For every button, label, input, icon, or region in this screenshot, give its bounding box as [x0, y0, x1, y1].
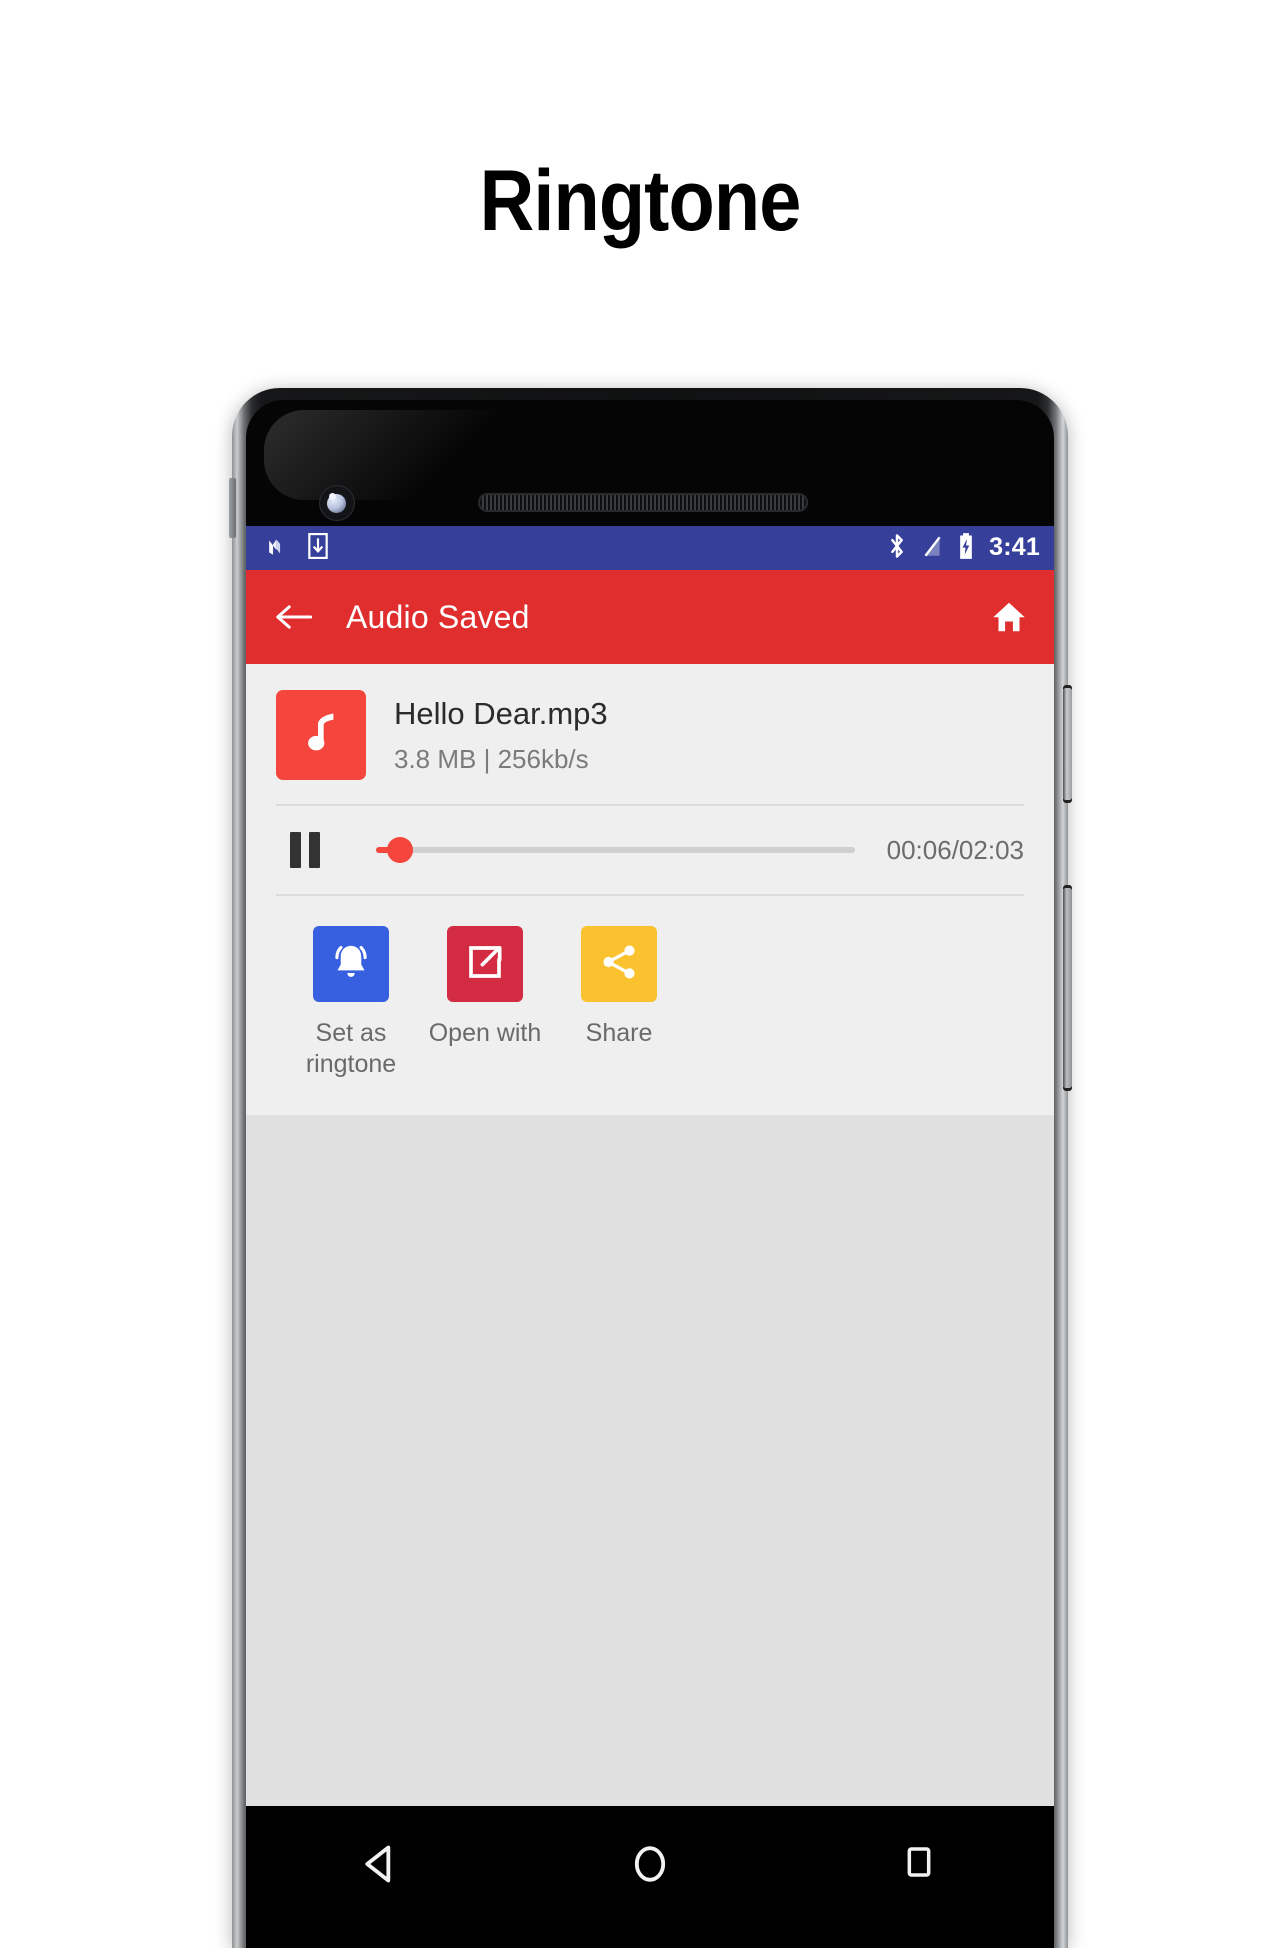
- file-info-row: Hello Dear.mp3 3.8 MB | 256kb/s: [246, 664, 1054, 804]
- file-details: 3.8 MB | 256kb/s: [394, 743, 589, 774]
- share-label: Share: [585, 1019, 653, 1047]
- status-bar-right-icons: 3:41: [887, 532, 1040, 565]
- pause-bar-left: [290, 832, 301, 868]
- android-navigation-bar: [246, 1806, 1054, 1948]
- bell-ring-icon: [329, 940, 373, 989]
- pause-icon[interactable]: [290, 832, 320, 868]
- battery-charging-icon: [957, 532, 975, 565]
- nav-home-circle-icon[interactable]: [590, 1842, 710, 1886]
- pause-bar-right: [309, 832, 320, 868]
- nav-recents-square-icon[interactable]: [859, 1842, 979, 1882]
- front-camera-icon: [319, 485, 355, 521]
- share-tile: [581, 926, 657, 1002]
- audio-card: Hello Dear.mp3 3.8 MB | 256kb/s 00:06/02…: [246, 664, 1054, 1115]
- set-as-ringtone-label: Set as ringtone: [305, 1019, 397, 1079]
- set-as-ringtone-tile: [313, 926, 389, 1002]
- page-title: Ringtone: [479, 153, 802, 249]
- status-bar: 3:41: [246, 526, 1054, 570]
- glass-reflection: [264, 410, 564, 500]
- file-name: Hello Dear.mp3: [394, 696, 608, 732]
- status-bar-clock: 3:41: [989, 533, 1040, 561]
- seek-thumb[interactable]: [386, 837, 413, 863]
- app-bar: Audio Saved: [246, 570, 1054, 664]
- power-button[interactable]: [1063, 688, 1072, 800]
- file-thumbnail: [276, 690, 366, 780]
- nav-back-triangle-icon[interactable]: [321, 1842, 441, 1886]
- open-with-label: Open with: [428, 1019, 542, 1047]
- phone-mockup: 3:41 Audio Saved Hello Dear.mp3 3.8 MB |…: [229, 388, 1072, 1948]
- action-buttons-row: Set as ringtone Open with Share: [246, 896, 1054, 1087]
- android-nougat-icon: [266, 533, 292, 564]
- phone-glass: 3:41 Audio Saved Hello Dear.mp3 3.8 MB |…: [246, 400, 1054, 1948]
- earpiece-speaker-icon: [478, 493, 808, 512]
- file-meta: Hello Dear.mp3 3.8 MB | 256kb/s: [394, 695, 608, 775]
- open-with-tile: [447, 926, 523, 1002]
- playback-time-label: 00:06/02:03: [886, 834, 1024, 865]
- open-with-button[interactable]: Open with: [418, 926, 552, 1081]
- bluetooth-icon: [887, 532, 907, 565]
- volume-rocker-button[interactable]: [1063, 888, 1072, 1088]
- status-bar-left-icons: [266, 532, 328, 564]
- seek-track: [376, 847, 855, 853]
- set-as-ringtone-button[interactable]: Set as ringtone: [284, 926, 418, 1081]
- app-bar-title: Audio Saved: [346, 598, 530, 635]
- player-controls-row: 00:06/02:03: [246, 806, 1054, 894]
- download-icon: [308, 532, 328, 564]
- share-icon: [598, 941, 640, 988]
- signal-off-icon: [921, 533, 943, 564]
- arrow-back-icon[interactable]: [274, 601, 312, 633]
- share-button[interactable]: Share: [552, 926, 686, 1081]
- music-note-icon: [299, 710, 343, 761]
- sim-tray: [229, 478, 236, 538]
- home-icon[interactable]: [990, 599, 1028, 635]
- seek-slider[interactable]: [376, 835, 855, 865]
- open-external-icon: [464, 941, 506, 988]
- empty-content-area: [246, 1114, 1054, 1775]
- phone-screen: 3:41 Audio Saved Hello Dear.mp3 3.8 MB |…: [246, 526, 1054, 1806]
